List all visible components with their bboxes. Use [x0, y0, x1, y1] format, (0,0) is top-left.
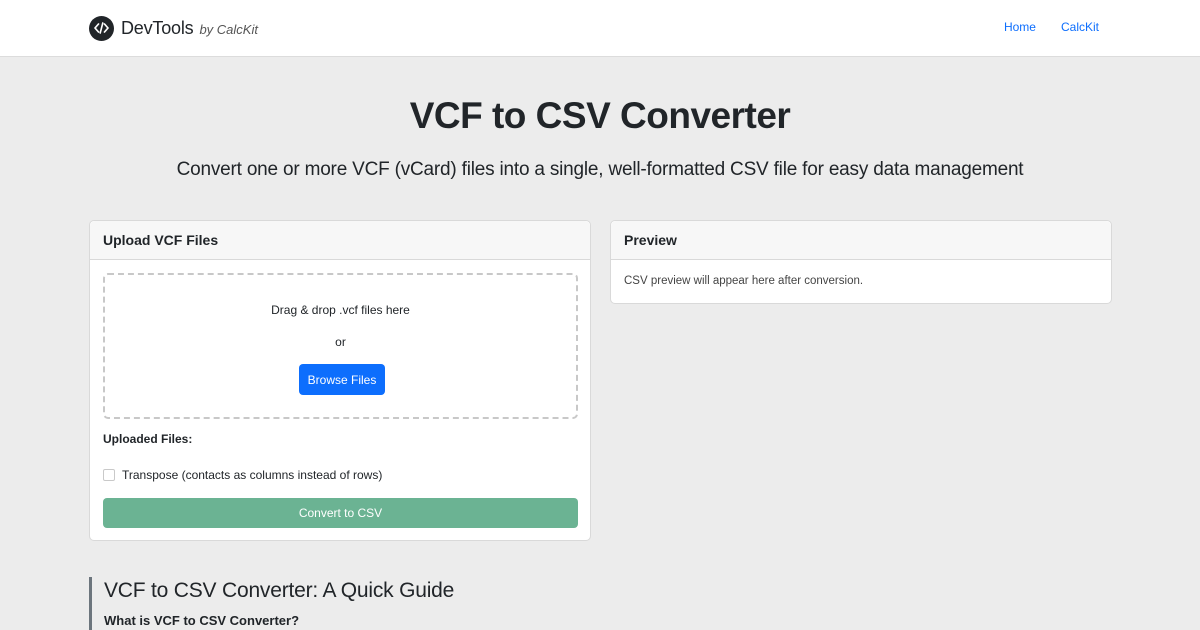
nav-link-calckit[interactable]: CalcKit: [1061, 20, 1099, 34]
page-title: VCF to CSV Converter: [409, 95, 791, 136]
upload-card-header: Upload VCF Files: [90, 221, 590, 260]
transpose-checkbox[interactable]: [103, 469, 115, 481]
transpose-option[interactable]: Transpose (contacts as columns instead o…: [103, 468, 382, 482]
convert-to-csv-button[interactable]: Convert to CSV: [103, 498, 578, 528]
brand-byline: by CalcKit: [199, 21, 258, 37]
nav-links: Home CalcKit: [1004, 20, 1099, 34]
brand-link[interactable]: DevTools by CalcKit: [89, 15, 258, 41]
browse-files-button[interactable]: Browse Files: [299, 364, 385, 395]
brand-name: DevTools: [121, 17, 194, 38]
uploaded-files-label: Uploaded Files:: [103, 432, 193, 446]
top-navbar: DevTools by CalcKit Home CalcKit: [0, 0, 1200, 57]
preview-card: Preview CSV preview will appear here aft…: [610, 220, 1112, 304]
guide-subtitle: What is VCF to CSV Converter?: [104, 613, 300, 628]
file-dropzone[interactable]: Drag & drop .vcf files here or Browse Fi…: [103, 273, 578, 419]
guide-title: VCF to CSV Converter: A Quick Guide: [104, 579, 455, 602]
dropzone-text: Drag & drop .vcf files here: [271, 303, 410, 317]
upload-card: Upload VCF Files Drag & drop .vcf files …: [89, 220, 591, 541]
transpose-label[interactable]: Transpose (contacts as columns instead o…: [122, 468, 382, 482]
preview-placeholder: CSV preview will appear here after conve…: [624, 275, 864, 287]
guide-section: VCF to CSV Converter: A Quick Guide What…: [89, 577, 689, 630]
code-icon: [89, 15, 114, 41]
page-subtitle: Convert one or more VCF (vCard) files in…: [176, 159, 1024, 180]
preview-card-header: Preview: [611, 221, 1111, 260]
dropzone-or-text: or: [335, 335, 346, 349]
nav-link-home[interactable]: Home: [1004, 20, 1036, 34]
